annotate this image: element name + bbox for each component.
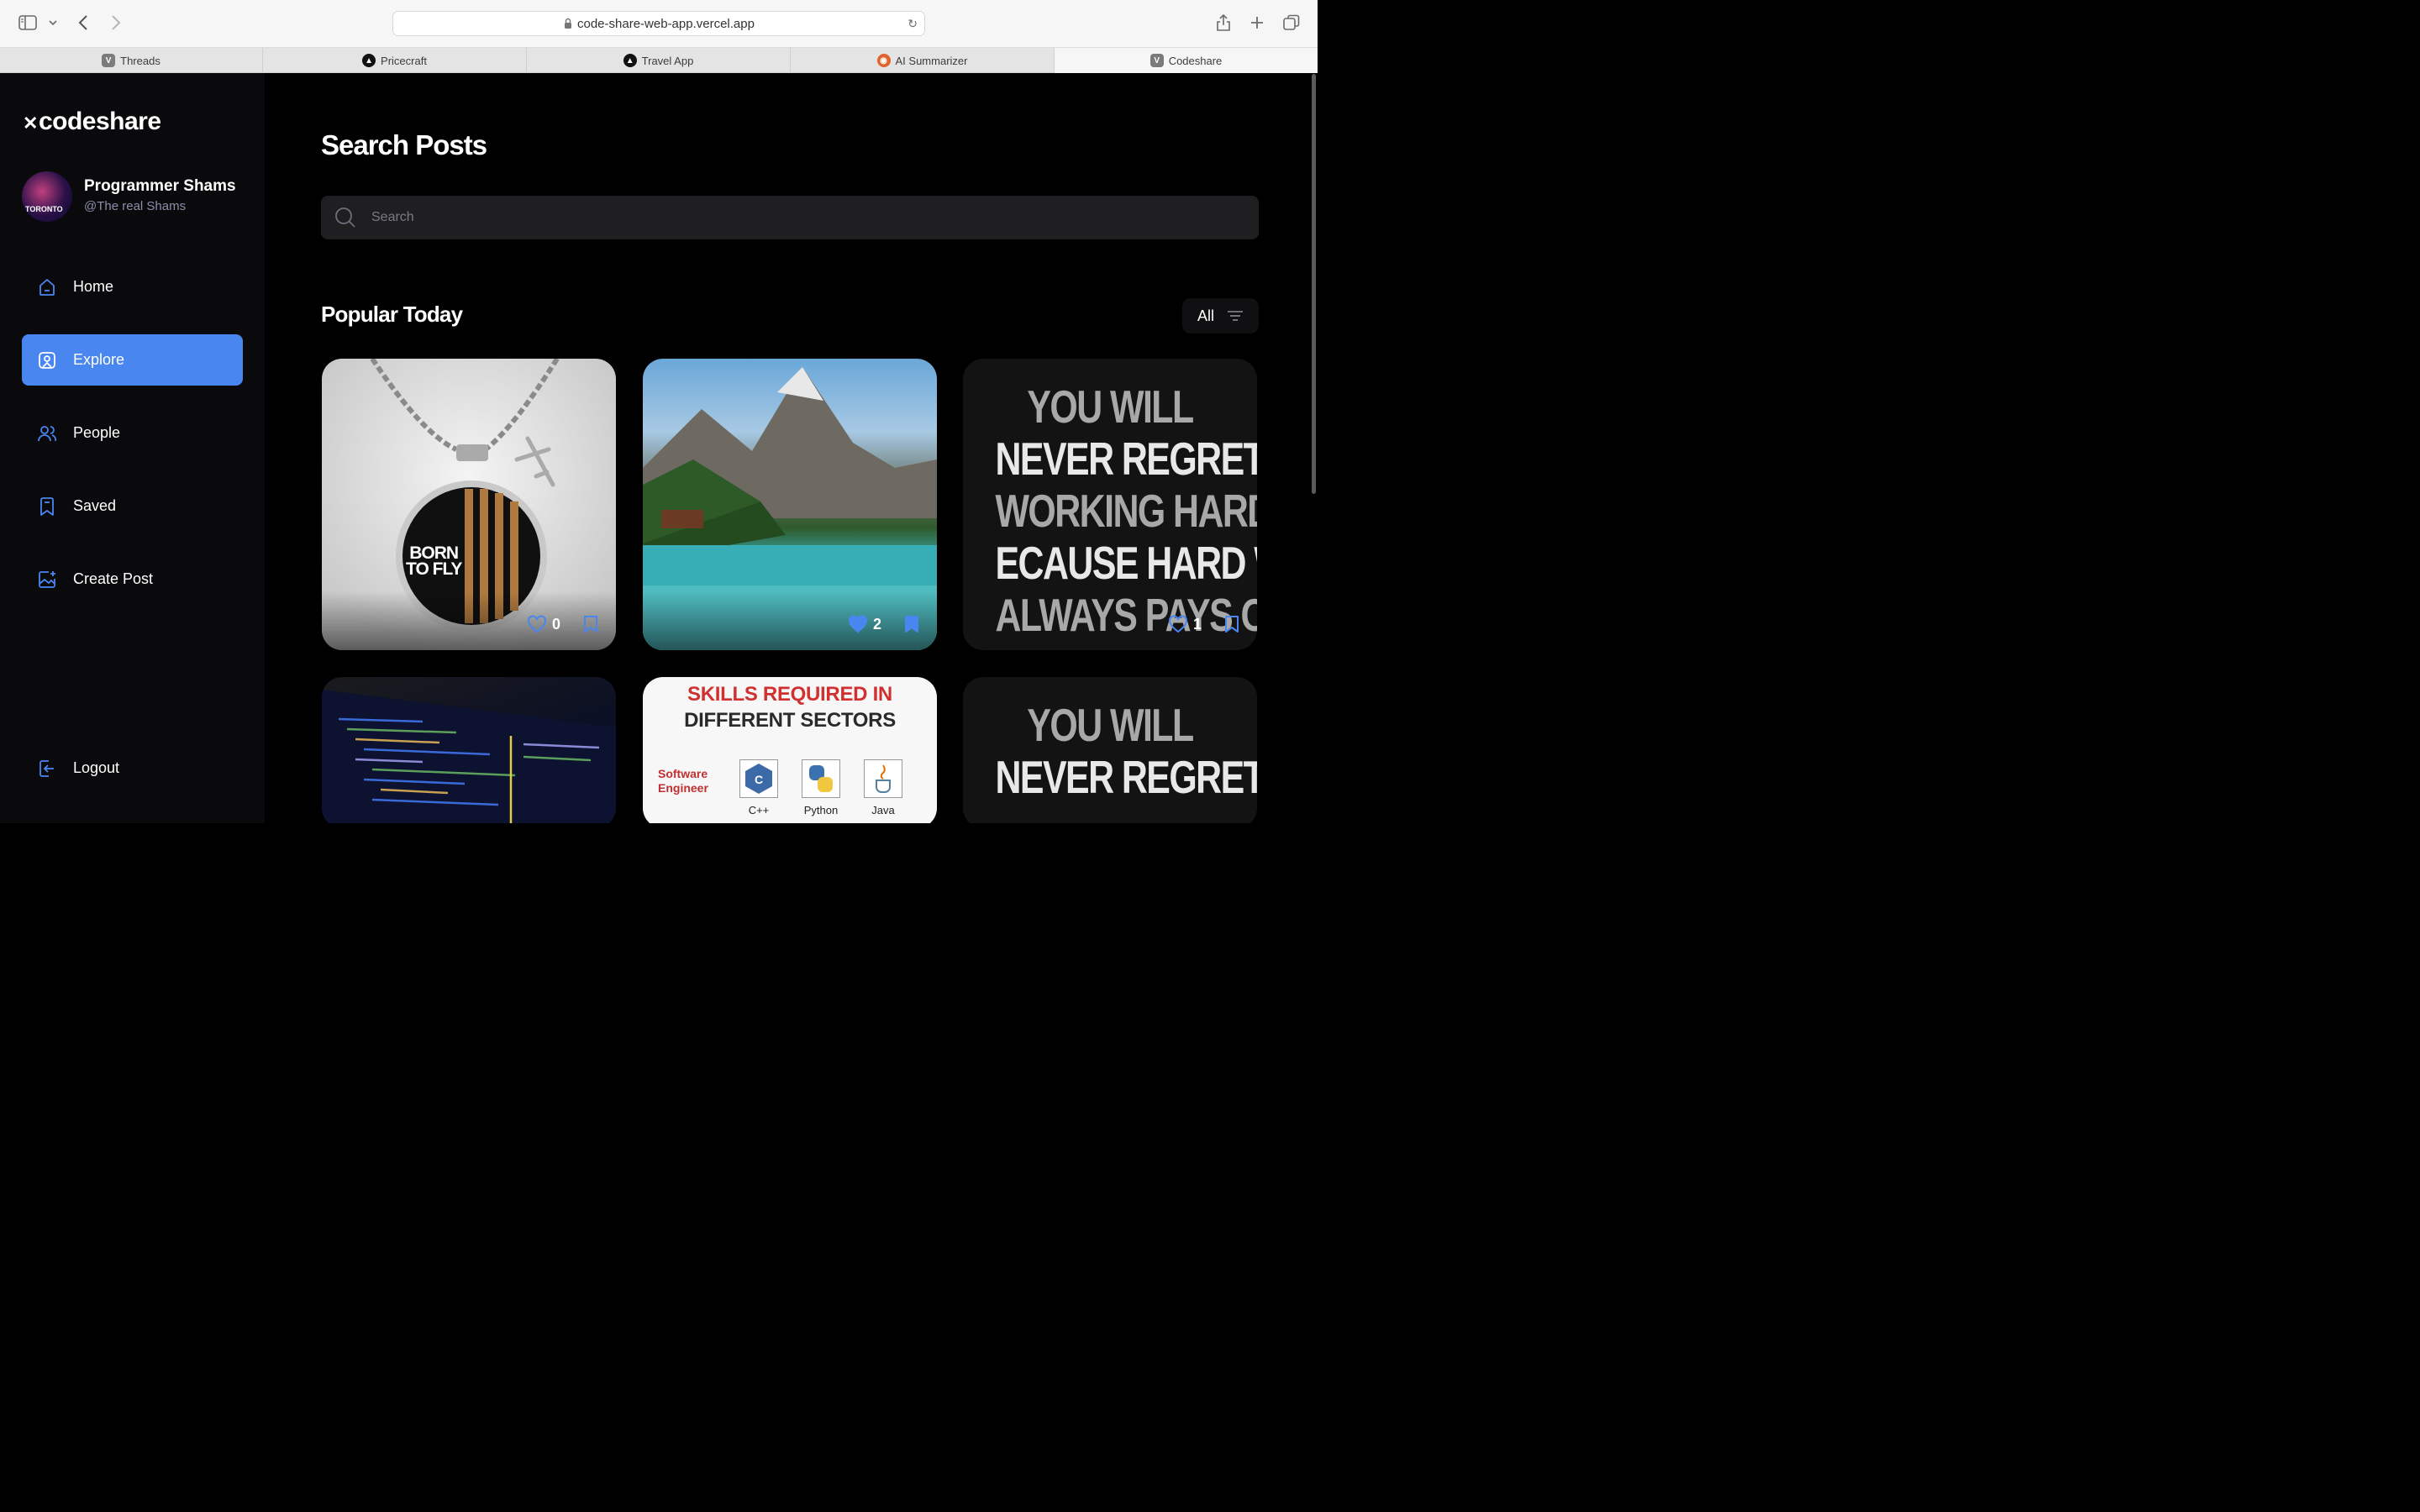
search-bar bbox=[321, 196, 1259, 239]
triangle-favicon-icon: ▲ bbox=[362, 54, 376, 67]
filter-icon bbox=[1228, 311, 1243, 321]
heart-icon[interactable] bbox=[1168, 615, 1188, 633]
app-logo[interactable]: ✕codeshare bbox=[23, 108, 161, 136]
bookmark-filled-icon[interactable] bbox=[903, 615, 920, 633]
logout-button[interactable]: Logout bbox=[22, 743, 243, 794]
tab-label: AI Summarizer bbox=[895, 54, 968, 67]
tab-threads[interactable]: V Threads bbox=[0, 48, 263, 73]
avatar[interactable]: TORONTO bbox=[22, 171, 72, 222]
v-favicon-icon: V bbox=[102, 54, 116, 67]
bookmark-icon[interactable] bbox=[582, 615, 599, 633]
chevron-down-icon[interactable] bbox=[48, 19, 58, 26]
section-title: Popular Today bbox=[321, 302, 463, 327]
svg-text:C: C bbox=[755, 773, 763, 786]
tab-label: Codeshare bbox=[1168, 54, 1223, 67]
post-image bbox=[322, 690, 616, 823]
ubuntu-favicon-icon: ◉ bbox=[876, 54, 891, 67]
post-stats: 1 bbox=[1168, 615, 1240, 633]
page-title: Search Posts bbox=[321, 129, 487, 160]
tab-codeshare[interactable]: V Codeshare bbox=[1055, 48, 1318, 73]
post-card[interactable]: BORN TO FLY 0 bbox=[322, 359, 616, 650]
heart-filled-icon[interactable] bbox=[848, 615, 868, 633]
search-input[interactable] bbox=[371, 196, 1212, 239]
main-content: Search Posts Popular Today All BORN TO F… bbox=[265, 73, 1318, 823]
tab-ai-summarizer[interactable]: ◉ AI Summarizer bbox=[791, 48, 1055, 73]
v-favicon-icon: V bbox=[1150, 54, 1164, 67]
nav-item-home[interactable]: Home bbox=[22, 261, 243, 312]
url-text: code-share-web-app.vercel.app bbox=[577, 17, 755, 31]
nav-label: Saved bbox=[73, 497, 117, 514]
nav-label: Create Post bbox=[73, 570, 154, 587]
post-image: YOU WILL NEVER REGRET WORKING HARD ECAUS… bbox=[995, 381, 1258, 641]
lock-icon bbox=[565, 18, 571, 29]
post-image: SKILLS REQUIRED IN DIFFERENT SECTORS Sof… bbox=[643, 677, 937, 823]
user-handle: @The real Shams bbox=[84, 199, 187, 213]
bookmark-icon bbox=[40, 496, 54, 516]
post-card[interactable] bbox=[322, 677, 616, 823]
nav-item-people[interactable]: People bbox=[22, 407, 243, 459]
avatar-text: TORONTO bbox=[25, 205, 63, 213]
filter-label: All bbox=[1197, 307, 1215, 324]
search-icon bbox=[335, 207, 355, 228]
nav-label: People bbox=[73, 424, 121, 441]
share-icon[interactable] bbox=[1216, 13, 1231, 32]
reload-icon[interactable]: ↻ bbox=[908, 17, 918, 31]
tab-label: Threads bbox=[120, 54, 160, 67]
forward-icon[interactable] bbox=[110, 14, 122, 31]
bookmark-icon[interactable] bbox=[1223, 615, 1240, 633]
post-stats: 0 bbox=[527, 615, 599, 633]
nav-item-saved[interactable]: Saved bbox=[22, 480, 243, 532]
nav-label: Logout bbox=[73, 759, 120, 776]
image-add-icon bbox=[39, 570, 55, 588]
like-count: 1 bbox=[1192, 615, 1202, 633]
post-card[interactable]: YOU WILL NEVER REGRET bbox=[963, 677, 1257, 823]
tab-label: Travel App bbox=[641, 54, 694, 67]
like-count: 2 bbox=[872, 615, 881, 633]
like-count: 0 bbox=[551, 615, 560, 633]
tab-label: Pricecraft bbox=[381, 54, 427, 67]
nav-label: Home bbox=[73, 278, 114, 295]
logout-icon bbox=[39, 759, 54, 777]
tab-bar: V Threads ▲ Pricecraft ▲ Travel App ◉ AI… bbox=[0, 48, 1318, 73]
post-image: YOU WILL NEVER REGRET bbox=[995, 699, 1258, 803]
triangle-favicon-icon: ▲ bbox=[623, 54, 637, 67]
nav-item-create-post[interactable]: Create Post bbox=[22, 554, 243, 605]
nav-item-explore[interactable]: Explore bbox=[22, 334, 243, 386]
browser-toolbar: code-share-web-app.vercel.app ↻ bbox=[0, 0, 1318, 48]
nav-label: Explore bbox=[73, 351, 125, 368]
scrollbar[interactable] bbox=[1312, 74, 1316, 494]
post-card[interactable]: SKILLS REQUIRED IN DIFFERENT SECTORS Sof… bbox=[643, 677, 937, 823]
tab-overview-icon[interactable] bbox=[1283, 14, 1300, 31]
tab-travel-app[interactable]: ▲ Travel App bbox=[527, 48, 791, 73]
back-icon[interactable] bbox=[77, 14, 89, 31]
post-card[interactable]: 2 bbox=[643, 359, 937, 650]
post-card[interactable]: YOU WILL NEVER REGRET WORKING HARD ECAUS… bbox=[963, 359, 1257, 650]
address-bar[interactable]: code-share-web-app.vercel.app ↻ bbox=[392, 11, 925, 36]
explore-icon bbox=[39, 351, 55, 369]
new-tab-icon[interactable] bbox=[1249, 15, 1265, 30]
people-icon bbox=[38, 425, 57, 441]
logo-mark-icon: ✕ bbox=[23, 113, 38, 134]
sidebar: ✕codeshare TORONTO Programmer Shams @The… bbox=[0, 73, 265, 823]
sidebar-toggle-icon[interactable] bbox=[18, 15, 37, 30]
logo-text: codeshare bbox=[38, 108, 161, 135]
heart-icon[interactable] bbox=[527, 615, 547, 633]
home-icon bbox=[39, 278, 55, 296]
image-caption: BORN TO FLY bbox=[406, 543, 462, 579]
tab-pricecraft[interactable]: ▲ Pricecraft bbox=[263, 48, 527, 73]
post-stats: 2 bbox=[848, 615, 920, 633]
filter-dropdown[interactable]: All bbox=[1182, 298, 1259, 333]
user-name[interactable]: Programmer Shams bbox=[84, 177, 236, 196]
